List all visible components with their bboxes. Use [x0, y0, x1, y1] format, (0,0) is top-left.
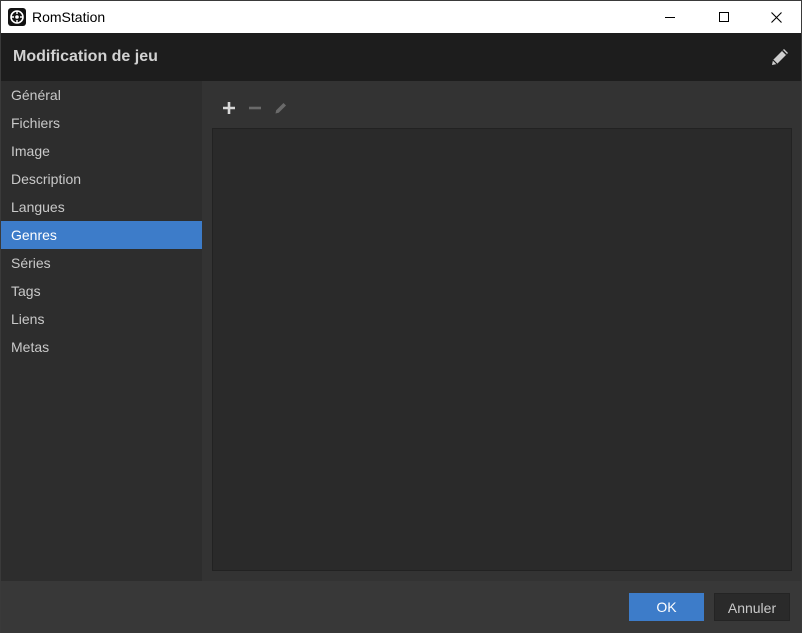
sidebar-item-metas[interactable]: Metas: [1, 333, 202, 361]
pencil-icon[interactable]: [769, 46, 791, 68]
title-bar[interactable]: RomStation: [1, 1, 801, 33]
plus-icon: [222, 101, 236, 120]
sidebar-item-fichiers[interactable]: Fichiers: [1, 109, 202, 137]
sidebar-item-langues[interactable]: Langues: [1, 193, 202, 221]
sidebar-item-liens[interactable]: Liens: [1, 305, 202, 333]
maximize-button[interactable]: [701, 1, 747, 33]
sidebar-item-tags[interactable]: Tags: [1, 277, 202, 305]
cancel-button[interactable]: Annuler: [714, 593, 790, 621]
genres-list[interactable]: [212, 128, 792, 571]
minimize-icon: [665, 12, 675, 22]
close-icon: [770, 11, 782, 23]
sidebar-item-genres[interactable]: Genres: [1, 221, 202, 249]
remove-button[interactable]: [246, 101, 264, 119]
app-window: RomStation Modification de jeu Général F…: [0, 0, 802, 633]
window-title: RomStation: [32, 9, 106, 25]
pencil-icon: [274, 101, 288, 120]
ok-button[interactable]: OK: [629, 593, 704, 621]
dialog-title: Modification de jeu: [13, 48, 158, 65]
dialog-footer: OK Annuler: [1, 581, 801, 633]
minus-icon: [248, 101, 262, 120]
sidebar-item-description[interactable]: Description: [1, 165, 202, 193]
maximize-icon: [719, 12, 729, 22]
dialog-header: Modification de jeu: [1, 33, 801, 81]
sidebar-item-series[interactable]: Séries: [1, 249, 202, 277]
sidebar-item-image[interactable]: Image: [1, 137, 202, 165]
close-button[interactable]: [753, 1, 799, 33]
sidebar-item-general[interactable]: Général: [1, 81, 202, 109]
list-toolbar: [220, 101, 290, 119]
sidebar: Général Fichiers Image Description Langu…: [1, 81, 202, 581]
minimize-button[interactable]: [647, 1, 693, 33]
romstation-logo-icon: [8, 8, 26, 26]
main-panel: [202, 81, 801, 581]
edit-button[interactable]: [272, 101, 290, 119]
add-button[interactable]: [220, 101, 238, 119]
